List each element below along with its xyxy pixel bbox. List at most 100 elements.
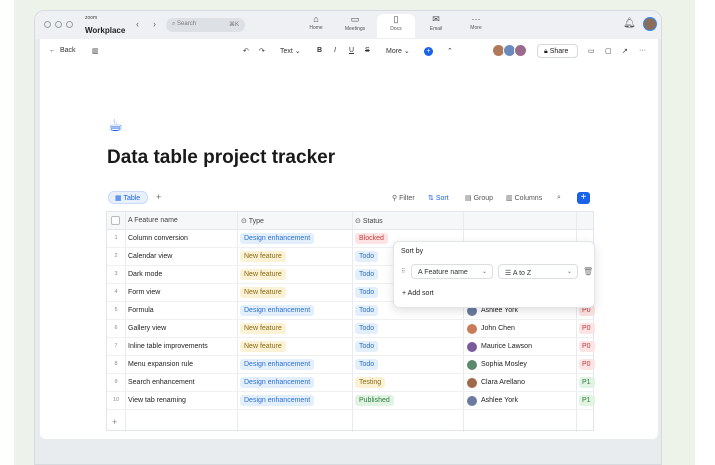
table-row[interactable]: 10 View tab renaming Design enhancement Pub… <box>107 392 595 410</box>
collapse-chevron-icon[interactable]: ⌃ <box>447 47 453 55</box>
sort-field-select[interactable]: A Feature name ⌄ <box>411 264 493 279</box>
more-format-dropdown[interactable]: More ⌄ <box>386 47 410 55</box>
priority-badge[interactable]: P0 <box>579 323 595 334</box>
feature-name-cell[interactable]: Form view <box>128 289 160 296</box>
assignee-cell[interactable]: Ashlee York <box>481 307 518 314</box>
column-header-type[interactable]: ⊙ Type <box>241 217 264 225</box>
type-tag[interactable]: Design enhancement <box>240 359 315 370</box>
strikethrough-icon[interactable]: S <box>365 47 370 54</box>
nav-email[interactable]: ✉ Email <box>417 14 455 38</box>
drag-handle-icon[interactable]: ⠿ <box>401 268 405 275</box>
feature-name-cell[interactable]: Calendar view <box>128 253 172 260</box>
nav-back-arrow-icon[interactable]: ‹ <box>136 19 139 29</box>
table-row[interactable]: 6 Gallery view New feature Todo John Chen P0 <box>107 320 595 338</box>
nav-more[interactable]: ··· More <box>457 14 495 38</box>
type-tag[interactable]: New feature <box>240 341 286 352</box>
priority-badge[interactable]: P1 <box>579 395 595 406</box>
more-options-icon[interactable]: ··· <box>639 47 646 54</box>
feature-name-cell[interactable]: Gallery view <box>128 325 166 332</box>
sort-order-select[interactable]: ☰ A to Z ⌄ <box>498 264 578 279</box>
table-search-icon[interactable]: ⌕ <box>557 194 561 202</box>
feature-name-cell[interactable]: Menu expansion rule <box>128 361 193 368</box>
add-view-icon[interactable]: + <box>156 192 161 202</box>
italic-icon[interactable]: I <box>334 47 336 54</box>
back-arrow-icon[interactable]: ← <box>49 47 56 54</box>
priority-badge[interactable]: P0 <box>579 359 595 370</box>
nav-forward-arrow-icon[interactable]: › <box>153 19 156 29</box>
type-tag[interactable]: Design enhancement <box>240 233 315 244</box>
window-minimize-button[interactable] <box>55 21 62 28</box>
filter-button[interactable]: ⚲ Filter <box>392 194 415 202</box>
type-tag[interactable]: New feature <box>240 323 286 334</box>
status-badge[interactable]: Published <box>355 395 394 406</box>
feature-name-cell[interactable]: Column conversion <box>128 235 188 242</box>
notifications-bell-icon[interactable]: 🔔︎ <box>623 18 636 29</box>
assignee-cell[interactable]: Sophia Mosley <box>481 361 527 368</box>
assignee-cell[interactable]: Maurice Lawson <box>481 343 532 350</box>
window-close-button[interactable] <box>44 21 51 28</box>
column-header-status[interactable]: ⊙ Status <box>355 217 383 225</box>
nav-meetings[interactable]: ▭ Meetings <box>336 14 374 38</box>
columns-button[interactable]: ▥ Columns <box>506 194 542 202</box>
type-tag[interactable]: Design enhancement <box>240 395 315 406</box>
assignee-cell[interactable]: Ashlee York <box>481 397 518 404</box>
column-header-feature[interactable]: A Feature name <box>128 217 178 224</box>
tab-table[interactable]: ▦ Table <box>108 191 148 204</box>
open-external-icon[interactable]: ↗ <box>622 47 628 55</box>
status-badge[interactable]: Todo <box>355 359 379 370</box>
sidebar-toggle-icon[interactable]: ▥ <box>92 47 99 55</box>
feature-name-cell[interactable]: View tab renaming <box>128 397 186 404</box>
redo-icon[interactable]: ↷ <box>259 47 265 55</box>
row-number: 3 <box>114 271 118 277</box>
insert-plus-icon[interactable]: + <box>424 47 433 56</box>
group-button[interactable]: ▤ Group <box>465 194 493 202</box>
priority-badge[interactable]: P1 <box>579 377 595 388</box>
status-badge[interactable]: Todo <box>355 269 379 280</box>
underline-icon[interactable]: U <box>349 47 354 54</box>
user-avatar[interactable] <box>643 17 657 31</box>
doc-icon: ▯ <box>393 14 399 24</box>
collaborator-avatar[interactable] <box>514 44 527 57</box>
status-badge[interactable]: Todo <box>355 341 379 352</box>
add-sort-button[interactable]: + Add sort <box>402 290 434 297</box>
type-tag[interactable]: New feature <box>240 287 286 298</box>
status-badge[interactable]: Blocked <box>355 233 388 244</box>
feature-name-cell[interactable]: Formula <box>128 307 154 314</box>
status-badge[interactable]: Todo <box>355 305 379 316</box>
feature-name-cell[interactable]: Search enhancement <box>128 379 195 386</box>
nav-home[interactable]: ⌂ Home <box>297 14 335 38</box>
row-number: 7 <box>114 343 118 349</box>
add-row-icon[interactable]: + <box>112 417 117 427</box>
status-badge[interactable]: Todo <box>355 287 379 298</box>
type-tag[interactable]: New feature <box>240 251 286 262</box>
priority-badge[interactable]: P0 <box>579 341 595 352</box>
feature-name-cell[interactable]: Inline table improvements <box>128 343 208 350</box>
bold-icon[interactable]: B <box>317 47 322 54</box>
add-record-button[interactable]: + <box>577 192 590 204</box>
table-row[interactable]: 8 Menu expansion rule Design enhancement To… <box>107 356 595 374</box>
status-badge[interactable]: Testing <box>355 377 386 388</box>
undo-icon[interactable]: ↶ <box>243 47 249 55</box>
type-tag[interactable]: Design enhancement <box>240 305 315 316</box>
status-badge[interactable]: Todo <box>355 323 379 334</box>
share-button[interactable]: 🔒︎ Share <box>537 44 578 58</box>
window-zoom-button[interactable] <box>66 21 73 28</box>
search-input[interactable]: ⌕ Search ⌘K <box>166 18 245 32</box>
text-style-dropdown[interactable]: Text ⌄ <box>280 47 301 55</box>
select-all-checkbox[interactable] <box>111 216 120 225</box>
comment-icon[interactable]: ▢ <box>605 47 612 55</box>
nav-docs[interactable]: ▯ Docs <box>377 14 415 38</box>
table-row[interactable]: 9 Search enhancement Design enhancement Tes… <box>107 374 595 392</box>
video-call-icon[interactable]: ▭ <box>588 47 595 55</box>
assignee-cell[interactable]: John Chen <box>481 325 515 332</box>
type-tag[interactable]: New feature <box>240 269 286 280</box>
assignee-cell[interactable]: Clara Arellano <box>481 379 525 386</box>
type-tag[interactable]: Design enhancement <box>240 377 315 388</box>
back-button[interactable]: Back <box>60 47 76 54</box>
sort-button[interactable]: ⇅ Sort <box>428 194 449 202</box>
delete-sort-icon[interactable]: 🗑︎ <box>583 267 593 276</box>
table-row[interactable]: 7 Inline table improvements New feature Tod… <box>107 338 595 356</box>
status-badge[interactable]: Todo <box>355 251 379 262</box>
feature-name-cell[interactable]: Dark mode <box>128 271 162 278</box>
brand-logo: zoom Workplace <box>85 15 126 35</box>
